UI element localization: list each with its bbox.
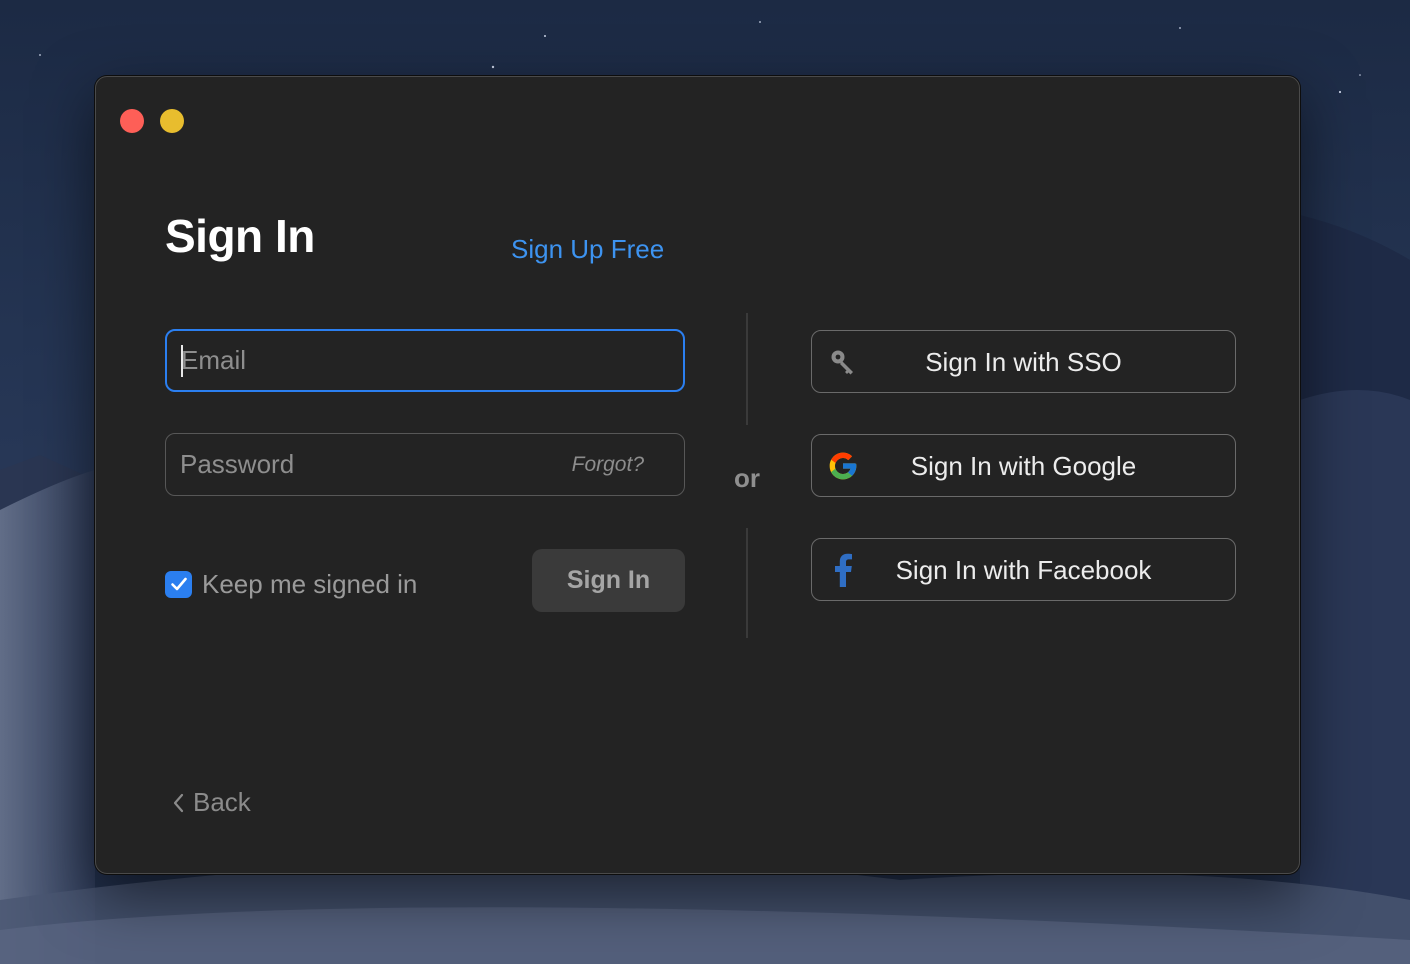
back-button[interactable]: Back (171, 787, 251, 818)
sign-in-google-button[interactable]: Sign In with Google (811, 434, 1236, 497)
sign-in-button[interactable]: Sign In (532, 549, 685, 612)
window-minimize-button[interactable] (160, 109, 184, 133)
email-field-container (165, 329, 685, 392)
divider-line-bottom (746, 528, 748, 638)
checkmark-icon (170, 577, 187, 591)
keep-signed-in-checkbox[interactable] (165, 570, 192, 598)
chevron-left-icon (173, 793, 184, 812)
sign-in-google-label: Sign In with Google (910, 451, 1137, 481)
page-title: Sign In (165, 210, 315, 262)
desktop-background: Sign In Sign Up Free Forgot? Keep me sig… (0, 0, 1410, 964)
forgot-password-link[interactable]: Forgot? (572, 453, 644, 477)
window-close-button[interactable] (120, 109, 144, 133)
keep-signed-in-label: Keep me signed in (202, 568, 418, 599)
sign-in-facebook-label: Sign In with Facebook (895, 555, 1152, 585)
sign-in-window: Sign In Sign Up Free Forgot? Keep me sig… (95, 76, 1300, 874)
sign-in-facebook-button[interactable]: Sign In with Facebook (811, 538, 1236, 601)
divider-line-top (746, 313, 748, 425)
email-input[interactable] (167, 331, 683, 390)
keep-signed-in[interactable]: Keep me signed in (165, 568, 417, 600)
back-label: Back (193, 787, 251, 817)
password-field-container: Forgot? (165, 433, 685, 496)
divider-or-label: or (734, 463, 760, 493)
sign-in-sso-label: Sign In with SSO (925, 347, 1122, 377)
sign-up-free-link[interactable]: Sign Up Free (511, 234, 664, 265)
sign-in-sso-button[interactable]: Sign In with SSO (811, 330, 1236, 393)
text-caret (181, 345, 183, 377)
